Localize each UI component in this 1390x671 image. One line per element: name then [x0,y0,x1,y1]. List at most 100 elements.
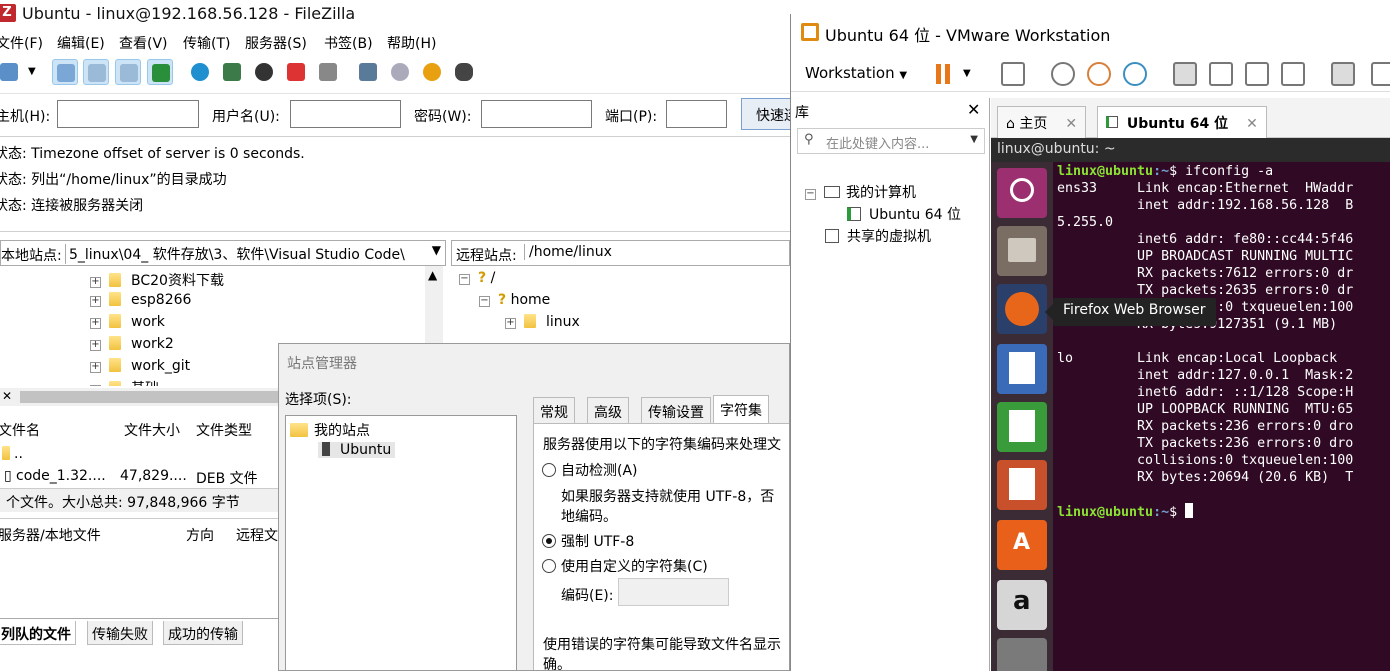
encoding-input[interactable] [618,578,729,606]
radio-autodetect[interactable]: 自动检测(A) [542,460,638,480]
menu-server[interactable]: 服务器(S) [245,33,307,53]
files-icon[interactable] [997,226,1047,276]
tree-item-my-sites[interactable]: 我的站点 [290,420,370,440]
tree-item-shared-vms[interactable]: 共享的虚拟机 [825,226,931,246]
site-manager-icon[interactable] [0,59,22,85]
scroll-thumb[interactable] [20,391,278,403]
username-input[interactable] [290,100,401,128]
refresh-icon[interactable] [187,59,213,85]
terminal-output[interactable]: linux@ubuntu:~$ ifconfig -a ens33 Link e… [1057,162,1390,671]
host-input[interactable] [57,100,199,128]
firefox-icon[interactable] [997,284,1047,334]
tree-item[interactable]: +基础 [90,378,159,386]
tab-charset[interactable]: 字符集 [713,395,769,423]
col-filename[interactable]: 文件名 [0,420,40,440]
tab-successful-transfers[interactable]: 成功的传输 [163,621,243,645]
col-filesize[interactable]: 文件大小 [124,420,180,440]
menu-file[interactable]: 文件(F) [0,33,43,53]
tree-item[interactable]: + linux [505,314,580,330]
radio-force-utf8[interactable]: 强制 UTF-8 [542,531,634,551]
tree-item[interactable]: + work [90,314,165,330]
menu-edit[interactable]: 编辑(E) [57,33,105,53]
search-icon: ⚲ [804,132,814,147]
menu-bookmarks[interactable]: 书签(B) [324,33,373,53]
ubuntu-dash-icon[interactable] [997,168,1047,218]
sync-browsing-icon[interactable] [419,59,445,85]
terminal-titlebar: linux@ubuntu: ~ [991,138,1390,162]
software-center-icon[interactable]: A [997,520,1047,570]
local-file-list: 文件名 文件大小 文件类型 .. ▯ code_1.32.... 47,829.… [0,414,278,488]
tab-transfer-settings[interactable]: 传输设置 [641,397,711,423]
tree-item-ubuntu-vm[interactable]: Ubuntu 64 位 [847,204,961,224]
remote-site-path[interactable]: /home/linux [524,244,612,260]
col-filetype[interactable]: 文件类型 [196,420,252,440]
library-search-input[interactable]: ⚲ 在此处键入内容... ▼ [797,128,985,154]
password-input[interactable] [481,100,592,128]
tree-item[interactable]: −? / [459,270,495,286]
directory-listing-filter-icon[interactable] [355,59,381,85]
charset-intro: 服务器使用以下的字符集编码来处理文 [543,437,781,453]
full-screen-icon[interactable] [1245,62,1269,86]
tab-failed-transfers[interactable]: 传输失败 [87,621,153,645]
tab-queued-files[interactable]: 列队的文件 [0,621,76,645]
tree-item[interactable]: + work_git [90,358,190,374]
filter-icon[interactable] [219,59,245,85]
local-tree-hscrollbar[interactable]: ✕ [0,388,278,406]
close-icon[interactable]: ✕ [967,100,980,119]
send-ctrl-alt-del-icon[interactable] [1001,62,1025,86]
reconnect-icon[interactable] [315,59,341,85]
toggle-remote-tree-icon[interactable] [115,59,141,85]
libreoffice-impress-icon[interactable] [997,460,1047,510]
tree-item[interactable]: + work2 [90,336,174,352]
libreoffice-calc-icon[interactable] [997,402,1047,452]
filezilla-logo-icon: Z [0,4,16,22]
tab-ubuntu-vm[interactable]: Ubuntu 64 位 ✕ [1097,106,1267,138]
autodetect-hint: 如果服务器支持就使用 UTF-8，否 [561,489,775,505]
show-thumbnail-icon[interactable] [1209,62,1233,86]
tab-general[interactable]: 常规 [533,397,575,423]
chevron-down-icon[interactable]: ▼ [432,243,441,257]
menu-help[interactable]: 帮助(H) [387,33,436,53]
search-files-icon[interactable] [451,59,477,85]
tree-item[interactable]: + BC20资料下载 [90,270,224,290]
col-server-local-file[interactable]: 服务器/本地文件 [0,525,101,545]
toggle-local-tree-icon[interactable] [83,59,109,85]
show-library-icon[interactable] [1173,62,1197,86]
unity-icon[interactable] [1281,62,1305,86]
tree-item[interactable]: + esp8266 [90,292,191,308]
pause-icon[interactable] [936,64,941,84]
console-view-icon[interactable] [1331,62,1355,86]
tree-item[interactable]: −? home [479,292,550,308]
quickconnect-button[interactable]: 快速连 [741,98,790,130]
site-manager-dropdown-icon[interactable]: ▼ [28,66,36,77]
disconnect-icon[interactable] [283,59,309,85]
tab-advanced[interactable]: 高级 [587,397,629,423]
chevron-down-icon[interactable]: ▼ [963,68,971,79]
remote-directory-tree: −? / −? home + linux [451,266,790,346]
radio-custom-charset[interactable]: 使用自定义的字符集(C) [542,556,708,576]
ubuntu-guest-screen[interactable]: linux@ubuntu: ~ A a linux@ubuntu:~$ ifco… [991,138,1390,671]
compare-icon[interactable] [387,59,413,85]
system-settings-icon[interactable] [997,638,1047,671]
snapshot-manager-icon[interactable] [1123,62,1147,86]
libreoffice-writer-icon[interactable] [997,344,1047,394]
col-remote-file[interactable]: 远程文 [236,525,278,545]
tree-item-my-computer[interactable]: − 我的计算机 [805,182,916,202]
toggle-log-icon[interactable] [52,59,78,85]
cancel-icon[interactable] [251,59,277,85]
tree-item-ubuntu[interactable]: Ubuntu [318,442,396,458]
col-direction[interactable]: 方向 [186,525,214,545]
menu-transfer[interactable]: 传输(T) [183,33,230,53]
remote-site-label: 远程站点: [456,248,517,264]
local-site-path[interactable]: 5_linux\04_ 软件存放\3、软件\Visual Studio Code… [65,244,425,264]
snapshot-icon[interactable] [1051,62,1075,86]
folder-icon [524,314,536,328]
toggle-queue-icon[interactable] [147,59,173,85]
workstation-menu[interactable]: Workstation ▼ [805,64,907,82]
menu-view[interactable]: 查看(V) [119,33,168,53]
stretch-guest-icon[interactable] [1371,62,1390,86]
tab-home[interactable]: ⌂ 主页 ✕ [997,106,1087,138]
port-input[interactable] [666,100,727,128]
amazon-icon[interactable]: a [997,580,1047,630]
revert-snapshot-icon[interactable] [1087,62,1111,86]
